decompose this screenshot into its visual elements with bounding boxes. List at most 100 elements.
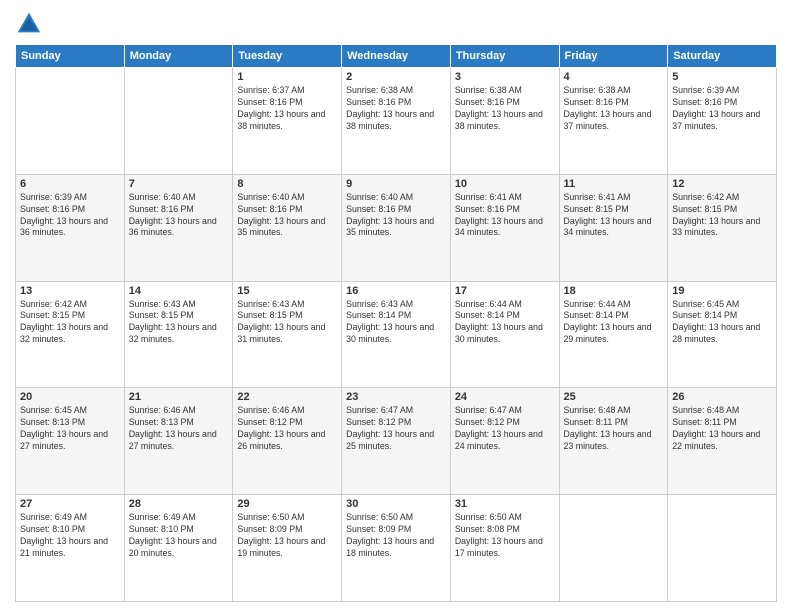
weekday-header-tuesday: Tuesday [233,45,342,68]
calendar-week-4: 20Sunrise: 6:45 AM Sunset: 8:13 PM Dayli… [16,388,777,495]
calendar-cell: 20Sunrise: 6:45 AM Sunset: 8:13 PM Dayli… [16,388,125,495]
calendar-cell: 23 Sunrise: 6:47 AM Sunset: 8:12 PM Dayli… [342,388,451,495]
day-number: 1 [237,71,337,83]
day-info: Sunrise: 6:44 AM Sunset: 8:14 PM Dayligh… [455,299,555,347]
day-number: 18 [564,285,664,297]
calendar-cell: 16 Sunrise: 6:43 AM Sunset: 8:14 PM Dayli… [342,281,451,388]
calendar-cell: 24 Sunrise: 6:47 AM Sunset: 8:12 PM Dayli… [450,388,559,495]
day-info: Sunrise: 6:49 AM Sunset: 8:10 PM Dayligh… [129,512,229,560]
day-number: 19 [672,285,772,297]
day-info: Sunrise: 6:39 AM Sunset: 8:16 PM Dayligh… [20,192,120,240]
day-number: 26 [672,391,772,403]
calendar-cell: 17 Sunrise: 6:44 AM Sunset: 8:14 PM Dayli… [450,281,559,388]
day-number: 6 [20,178,120,190]
day-info: Sunrise: 6:47 AM Sunset: 8:12 PM Dayligh… [455,405,555,453]
day-info: Sunrise: 6:47 AM Sunset: 8:12 PM Dayligh… [346,405,446,453]
day-number: 16 [346,285,446,297]
day-info: Sunrise: 6:45 AM Sunset: 8:14 PM Dayligh… [672,299,772,347]
calendar-cell: 6 Sunrise: 6:39 AM Sunset: 8:16 PM Daylig… [16,174,125,281]
weekday-header-monday: Monday [124,45,233,68]
day-info: Sunrise: 6:38 AM Sunset: 8:16 PM Dayligh… [455,85,555,133]
weekday-header-friday: Friday [559,45,668,68]
calendar-week-5: 27Sunrise: 6:49 AM Sunset: 8:10 PM Dayli… [16,495,777,602]
day-info: Sunrise: 6:50 AM Sunset: 8:09 PM Dayligh… [237,512,337,560]
day-number: 24 [455,391,555,403]
day-number: 2 [346,71,446,83]
calendar-cell: 10 Sunrise: 6:41 AM Sunset: 8:16 PM Dayli… [450,174,559,281]
day-info: Sunrise: 6:39 AM Sunset: 8:16 PM Dayligh… [672,85,772,133]
weekday-header-saturday: Saturday [668,45,777,68]
day-number: 4 [564,71,664,83]
day-info: Sunrise: 6:48 AM Sunset: 8:11 PM Dayligh… [672,405,772,453]
day-info: Sunrise: 6:41 AM Sunset: 8:16 PM Dayligh… [455,192,555,240]
calendar-week-1: 1 Sunrise: 6:37 AM Sunset: 8:16 PM Daylig… [16,68,777,175]
day-info: Sunrise: 6:43 AM Sunset: 8:14 PM Dayligh… [346,299,446,347]
page: SundayMondayTuesdayWednesdayThursdayFrid… [0,0,792,612]
day-number: 22 [237,391,337,403]
calendar-cell: 27Sunrise: 6:49 AM Sunset: 8:10 PM Dayli… [16,495,125,602]
day-number: 8 [237,178,337,190]
calendar-week-2: 6 Sunrise: 6:39 AM Sunset: 8:16 PM Daylig… [16,174,777,281]
day-number: 20 [20,391,120,403]
day-info: Sunrise: 6:44 AM Sunset: 8:14 PM Dayligh… [564,299,664,347]
calendar-cell [124,68,233,175]
calendar-cell: 9Sunrise: 6:40 AM Sunset: 8:16 PM Daylig… [342,174,451,281]
weekday-header-sunday: Sunday [16,45,125,68]
day-info: Sunrise: 6:43 AM Sunset: 8:15 PM Dayligh… [237,299,337,347]
calendar-table: SundayMondayTuesdayWednesdayThursdayFrid… [15,44,777,602]
day-number: 29 [237,498,337,510]
calendar-header: SundayMondayTuesdayWednesdayThursdayFrid… [16,45,777,68]
day-number: 23 [346,391,446,403]
calendar-cell: 4 Sunrise: 6:38 AM Sunset: 8:16 PM Daylig… [559,68,668,175]
calendar-cell: 2 Sunrise: 6:38 AM Sunset: 8:16 PM Daylig… [342,68,451,175]
day-number: 10 [455,178,555,190]
logo-icon [15,10,43,38]
day-info: Sunrise: 6:50 AM Sunset: 8:08 PM Dayligh… [455,512,555,560]
weekday-header-wednesday: Wednesday [342,45,451,68]
calendar-cell: 7 Sunrise: 6:40 AM Sunset: 8:16 PM Daylig… [124,174,233,281]
day-number: 30 [346,498,446,510]
day-info: Sunrise: 6:46 AM Sunset: 8:12 PM Dayligh… [237,405,337,453]
day-number: 3 [455,71,555,83]
calendar-cell [668,495,777,602]
calendar-cell: 31 Sunrise: 6:50 AM Sunset: 8:08 PM Dayli… [450,495,559,602]
day-info: Sunrise: 6:40 AM Sunset: 8:16 PM Dayligh… [346,192,446,240]
day-info: Sunrise: 6:48 AM Sunset: 8:11 PM Dayligh… [564,405,664,453]
calendar-cell: 26 Sunrise: 6:48 AM Sunset: 8:11 PM Dayli… [668,388,777,495]
weekday-header-row: SundayMondayTuesdayWednesdayThursdayFrid… [16,45,777,68]
day-number: 17 [455,285,555,297]
calendar-cell [16,68,125,175]
day-info: Sunrise: 6:40 AM Sunset: 8:16 PM Dayligh… [129,192,229,240]
header [15,10,777,38]
calendar-cell: 11 Sunrise: 6:41 AM Sunset: 8:15 PM Dayli… [559,174,668,281]
day-info: Sunrise: 6:43 AM Sunset: 8:15 PM Dayligh… [129,299,229,347]
day-number: 12 [672,178,772,190]
calendar-cell: 15Sunrise: 6:43 AM Sunset: 8:15 PM Dayli… [233,281,342,388]
calendar-cell: 25 Sunrise: 6:48 AM Sunset: 8:11 PM Dayli… [559,388,668,495]
day-number: 5 [672,71,772,83]
calendar-cell: 8Sunrise: 6:40 AM Sunset: 8:16 PM Daylig… [233,174,342,281]
calendar-cell: 28 Sunrise: 6:49 AM Sunset: 8:10 PM Dayli… [124,495,233,602]
logo [15,10,47,38]
day-info: Sunrise: 6:50 AM Sunset: 8:09 PM Dayligh… [346,512,446,560]
calendar-week-3: 13Sunrise: 6:42 AM Sunset: 8:15 PM Dayli… [16,281,777,388]
calendar-cell: 3 Sunrise: 6:38 AM Sunset: 8:16 PM Daylig… [450,68,559,175]
weekday-header-thursday: Thursday [450,45,559,68]
calendar-cell: 1 Sunrise: 6:37 AM Sunset: 8:16 PM Daylig… [233,68,342,175]
day-info: Sunrise: 6:38 AM Sunset: 8:16 PM Dayligh… [564,85,664,133]
day-info: Sunrise: 6:38 AM Sunset: 8:16 PM Dayligh… [346,85,446,133]
day-number: 13 [20,285,120,297]
calendar-cell: 29 Sunrise: 6:50 AM Sunset: 8:09 PM Dayli… [233,495,342,602]
calendar-cell: 13Sunrise: 6:42 AM Sunset: 8:15 PM Dayli… [16,281,125,388]
day-number: 28 [129,498,229,510]
day-number: 31 [455,498,555,510]
day-number: 14 [129,285,229,297]
calendar-cell: 22 Sunrise: 6:46 AM Sunset: 8:12 PM Dayli… [233,388,342,495]
day-info: Sunrise: 6:41 AM Sunset: 8:15 PM Dayligh… [564,192,664,240]
day-number: 25 [564,391,664,403]
calendar-cell: 14 Sunrise: 6:43 AM Sunset: 8:15 PM Dayli… [124,281,233,388]
day-number: 11 [564,178,664,190]
calendar-cell: 18 Sunrise: 6:44 AM Sunset: 8:14 PM Dayli… [559,281,668,388]
day-info: Sunrise: 6:37 AM Sunset: 8:16 PM Dayligh… [237,85,337,133]
day-number: 7 [129,178,229,190]
